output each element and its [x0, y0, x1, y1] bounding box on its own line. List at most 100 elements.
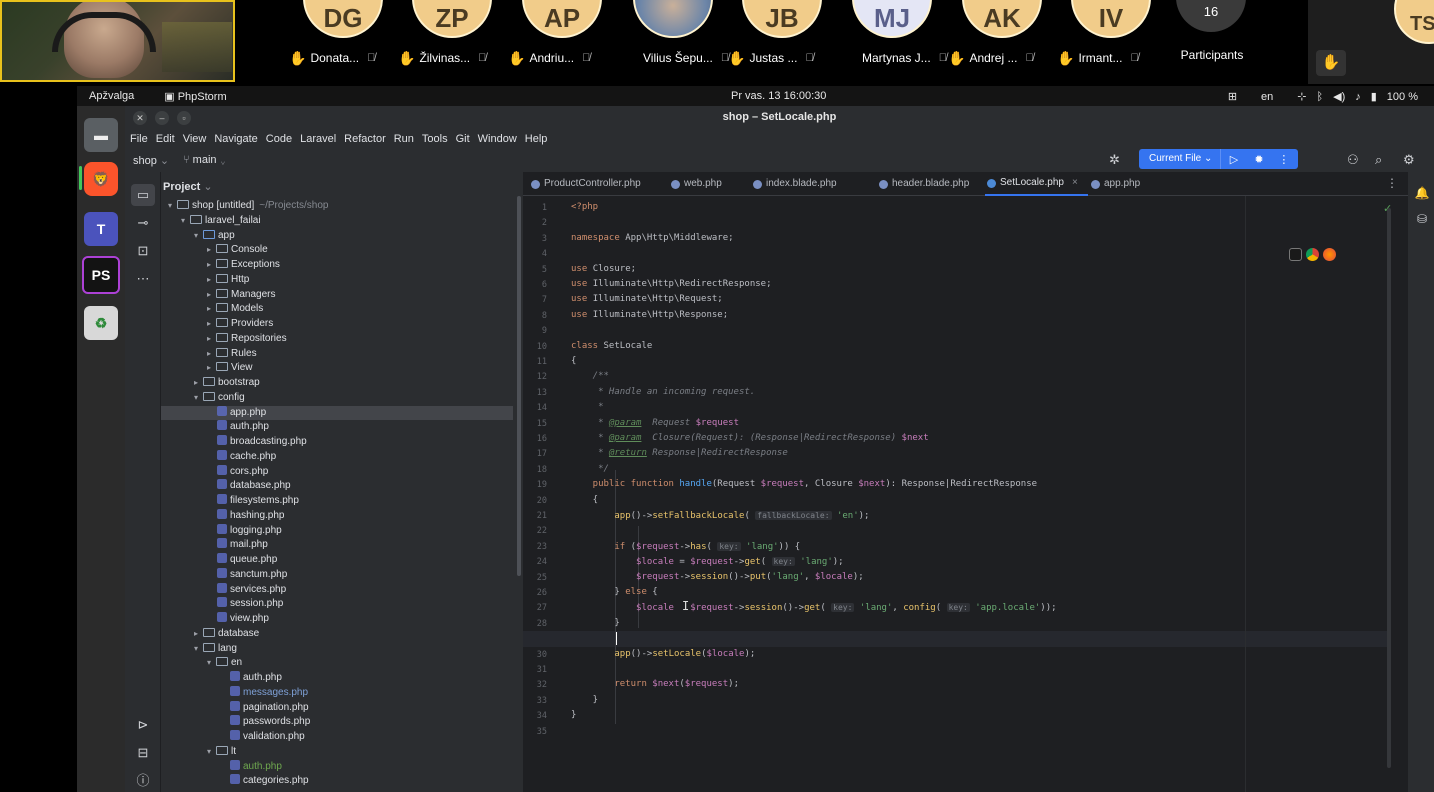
tree-file[interactable]: hashing.php [161, 508, 513, 524]
code-line[interactable]: } else { [571, 585, 657, 600]
tree-file[interactable]: cors.php [161, 464, 513, 480]
tree-folder[interactable]: ▸ Managers [161, 288, 513, 303]
editor-scrollbar[interactable] [1387, 208, 1391, 768]
editor-tab[interactable]: SetLocale.php × [985, 172, 1088, 196]
code-line[interactable]: app()->setFallbackLocale( fallbackLocale… [571, 508, 869, 523]
editor-tab[interactable]: ProductController.php [531, 172, 641, 196]
menu-item-refactor[interactable]: Refactor [344, 133, 386, 145]
tree-folder[interactable]: ▾ config [161, 391, 513, 406]
participant-tile[interactable]: ZP ✋ Žilvinas... 🎙̸ [398, 0, 508, 72]
menu-item-code[interactable]: Code [266, 133, 292, 145]
project-scrollbar[interactable] [517, 196, 521, 576]
code-line[interactable]: $request->session()->put('lang', $locale… [571, 570, 864, 585]
code-line[interactable]: return $next($request); [571, 677, 739, 692]
code-line[interactable]: $locale = $request->get( key: 'lang'); [571, 554, 844, 569]
tree-file[interactable]: pagination.php [161, 700, 513, 716]
code-line[interactable]: <?php [571, 200, 598, 215]
menu-item-view[interactable]: View [183, 133, 207, 145]
code-line[interactable]: use Illuminate\Http\RedirectResponse; [571, 277, 772, 292]
add-user-icon[interactable]: ⚇ [1347, 152, 1359, 168]
code-line[interactable]: */ [571, 462, 609, 477]
code-line[interactable]: } [571, 708, 576, 723]
structure-icon[interactable]: ⊡ [131, 240, 155, 262]
code-line[interactable]: { [571, 354, 576, 369]
chevron-right-icon[interactable]: ▸ [204, 332, 214, 347]
phpstorm-preview-icon[interactable] [1289, 248, 1302, 261]
code-line[interactable]: * Handle an incoming request. [571, 385, 755, 400]
debug-run-icon[interactable]: ✹ [1246, 153, 1271, 166]
menu-item-file[interactable]: File [130, 133, 148, 145]
search-icon[interactable]: ⌕ [1375, 152, 1382, 168]
tree-folder[interactable]: ▸ Providers [161, 317, 513, 332]
battery-icon[interactable]: ▮ [1371, 90, 1377, 103]
code-line[interactable]: * [571, 400, 603, 415]
chevron-down-icon[interactable]: ▾ [204, 745, 214, 760]
menu-item-help[interactable]: Help [525, 133, 548, 145]
code-line[interactable]: } [571, 693, 598, 708]
raise-hand-button[interactable]: ✋ [1316, 50, 1346, 76]
menu-item-laravel[interactable]: Laravel [300, 133, 336, 145]
tree-file[interactable]: passwords.php [161, 715, 513, 730]
project-folder-icon[interactable]: ▭ [131, 184, 155, 206]
tree-folder[interactable]: ▾ laravel_failai [161, 214, 513, 229]
participants-button[interactable]: 16 Participants [1172, 0, 1252, 72]
more-tools-icon[interactable]: ⋯ [131, 268, 155, 290]
problems-icon[interactable]: ⓘ [131, 770, 155, 792]
code-line[interactable]: if ($request->has( key: 'lang')) { [571, 539, 800, 554]
more-actions-icon[interactable]: ⋮ [1271, 153, 1296, 166]
tree-folder[interactable]: ▸ Repositories [161, 332, 513, 347]
clock[interactable]: Pr vas. 13 16:00:30 [731, 90, 826, 102]
database-icon[interactable]: ⛁ [1414, 212, 1430, 226]
chevron-down-icon[interactable]: ▾ [191, 229, 201, 244]
tree-file[interactable]: broadcasting.php [161, 435, 513, 450]
chevron-right-icon[interactable]: ▸ [204, 288, 214, 303]
project-switcher[interactable]: shop ⌄ [133, 154, 169, 167]
menu-item-navigate[interactable]: Navigate [214, 133, 257, 145]
firefox-icon[interactable] [1323, 248, 1336, 261]
run-config-selector[interactable]: Current File ⌄ [1139, 149, 1222, 169]
overview-button[interactable]: Apžvalga [89, 90, 134, 103]
tree-folder[interactable]: ▸ Rules [161, 347, 513, 362]
microphone-icon[interactable]: ♪ [1355, 91, 1361, 103]
tree-file[interactable]: database.php [161, 479, 513, 494]
editor-tab[interactable]: app.php [1091, 172, 1140, 196]
tree-folder[interactable]: ▾ shop [untitled] ~/Projects/shop [161, 199, 513, 214]
project-panel-title[interactable]: Project ⌄ [163, 180, 213, 193]
chevron-right-icon[interactable]: ▸ [204, 258, 214, 273]
tree-file[interactable]: auth.php [161, 759, 513, 775]
code-line[interactable]: use Illuminate\Http\Response; [571, 308, 728, 323]
grid-icon[interactable]: ⊞ [1228, 90, 1237, 103]
teams-app-icon[interactable]: T [84, 212, 118, 246]
code-line[interactable]: class SetLocale [571, 339, 652, 354]
tree-file[interactable]: app.php [161, 405, 513, 421]
code-line[interactable]: * @param Request $request [571, 416, 739, 431]
services-icon[interactable]: ⊳ [131, 714, 155, 736]
tree-file[interactable]: validation.php [161, 730, 513, 745]
editor-tab[interactable]: index.blade.php [753, 172, 837, 196]
chevron-right-icon[interactable]: ▸ [204, 273, 214, 288]
chevron-right-icon[interactable]: ▸ [204, 347, 214, 362]
chevron-right-icon[interactable]: ▸ [191, 627, 201, 642]
code-area[interactable]: <?php namespace App\Http\Middleware; use C… [523, 196, 1408, 792]
terminal-icon[interactable]: ⊟ [131, 742, 155, 764]
tree-folder[interactable]: ▸ Http [161, 273, 513, 288]
tree-folder[interactable]: ▸ bootstrap [161, 376, 513, 391]
tab-actions-icon[interactable]: ⋮ [1386, 176, 1398, 190]
chevron-down-icon[interactable]: ▾ [165, 199, 175, 214]
tree-file[interactable]: queue.php [161, 553, 513, 568]
menu-item-window[interactable]: Window [478, 133, 517, 145]
chevron-right-icon[interactable]: ▸ [204, 243, 214, 258]
tree-file[interactable]: services.php [161, 582, 513, 598]
menu-item-edit[interactable]: Edit [156, 133, 175, 145]
keyboard-layout[interactable]: en [1261, 91, 1273, 103]
tree-file[interactable]: sanctum.php [161, 567, 513, 583]
participant-tile[interactable]: IV ✋ Irmant... 🎙̸ [1057, 0, 1167, 72]
tree-file[interactable]: session.php [161, 597, 513, 612]
files-app-icon[interactable]: ▬ [84, 118, 118, 152]
git-branch-switcher[interactable]: ⑂ main ⌄ [183, 154, 226, 166]
tree-folder[interactable]: ▾ lang [161, 642, 513, 657]
network-icon[interactable]: ⊹ [1297, 90, 1306, 103]
notifications-bell-icon[interactable]: 🔔 [1414, 186, 1430, 200]
chrome-icon[interactable] [1306, 248, 1319, 261]
participant-tile[interactable]: JB ✋ Justas ... 🎙̸ [728, 0, 838, 72]
